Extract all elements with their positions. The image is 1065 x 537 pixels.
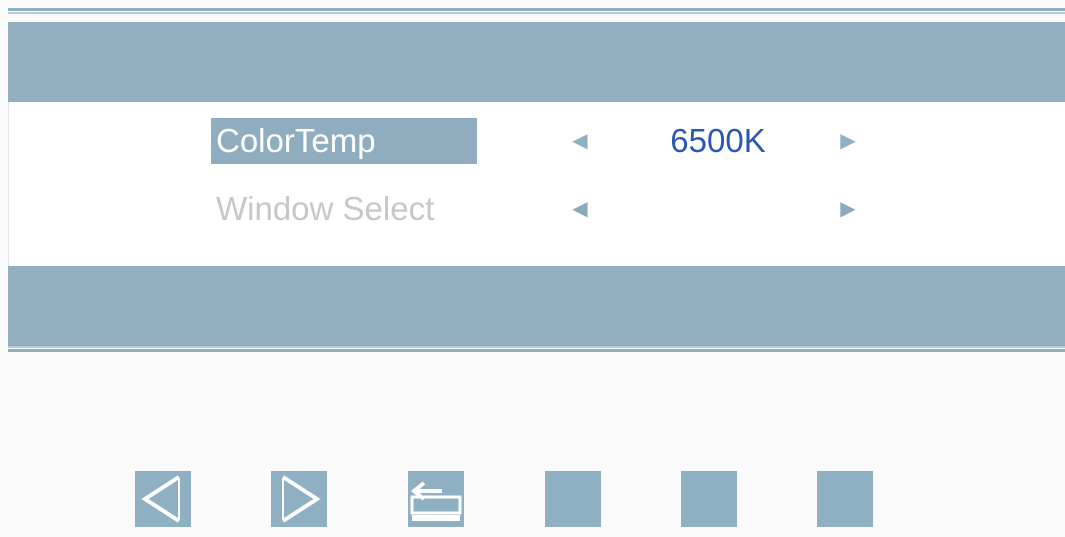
blank-button-5[interactable] — [681, 471, 737, 527]
return-button[interactable] — [408, 471, 464, 527]
window-select-label[interactable]: Window Select — [211, 186, 477, 232]
menu-row-colortemp[interactable]: ColorTemp ◀ 6500K ▶ — [8, 118, 1065, 168]
top-divider — [8, 8, 1065, 11]
osd-menu-panel: ColorTemp ◀ 6500K ▶ Window Select ◀ ▶ — [8, 8, 1065, 354]
return-icon — [410, 481, 462, 521]
colortemp-label[interactable]: ColorTemp — [211, 118, 477, 164]
osd-footer-bar — [8, 266, 1065, 346]
osd-screen: ColorTemp ◀ 6500K ▶ Window Select ◀ ▶ — [0, 0, 1065, 537]
window-select-decrease-arrow-icon[interactable]: ◀ — [565, 186, 595, 232]
colortemp-decrease-arrow-icon[interactable]: ◀ — [565, 118, 595, 164]
blank-button-4[interactable] — [545, 471, 601, 527]
window-select-value — [608, 186, 828, 232]
top-divider-thin — [8, 12, 1065, 14]
bottom-divider — [8, 349, 1065, 352]
bottom-divider-thin — [8, 346, 1065, 348]
menu-row-window-select[interactable]: Window Select ◀ ▶ — [8, 186, 1065, 236]
colortemp-increase-arrow-icon[interactable]: ▶ — [833, 118, 863, 164]
left-arrow-icon — [141, 475, 181, 523]
right-button[interactable] — [271, 471, 327, 527]
window-select-increase-arrow-icon[interactable]: ▶ — [833, 186, 863, 232]
colortemp-value: 6500K — [670, 122, 766, 159]
right-arrow-icon — [281, 475, 321, 523]
blank-button-6[interactable] — [817, 471, 873, 527]
left-button[interactable] — [135, 471, 191, 527]
osd-header-bar — [8, 22, 1065, 102]
